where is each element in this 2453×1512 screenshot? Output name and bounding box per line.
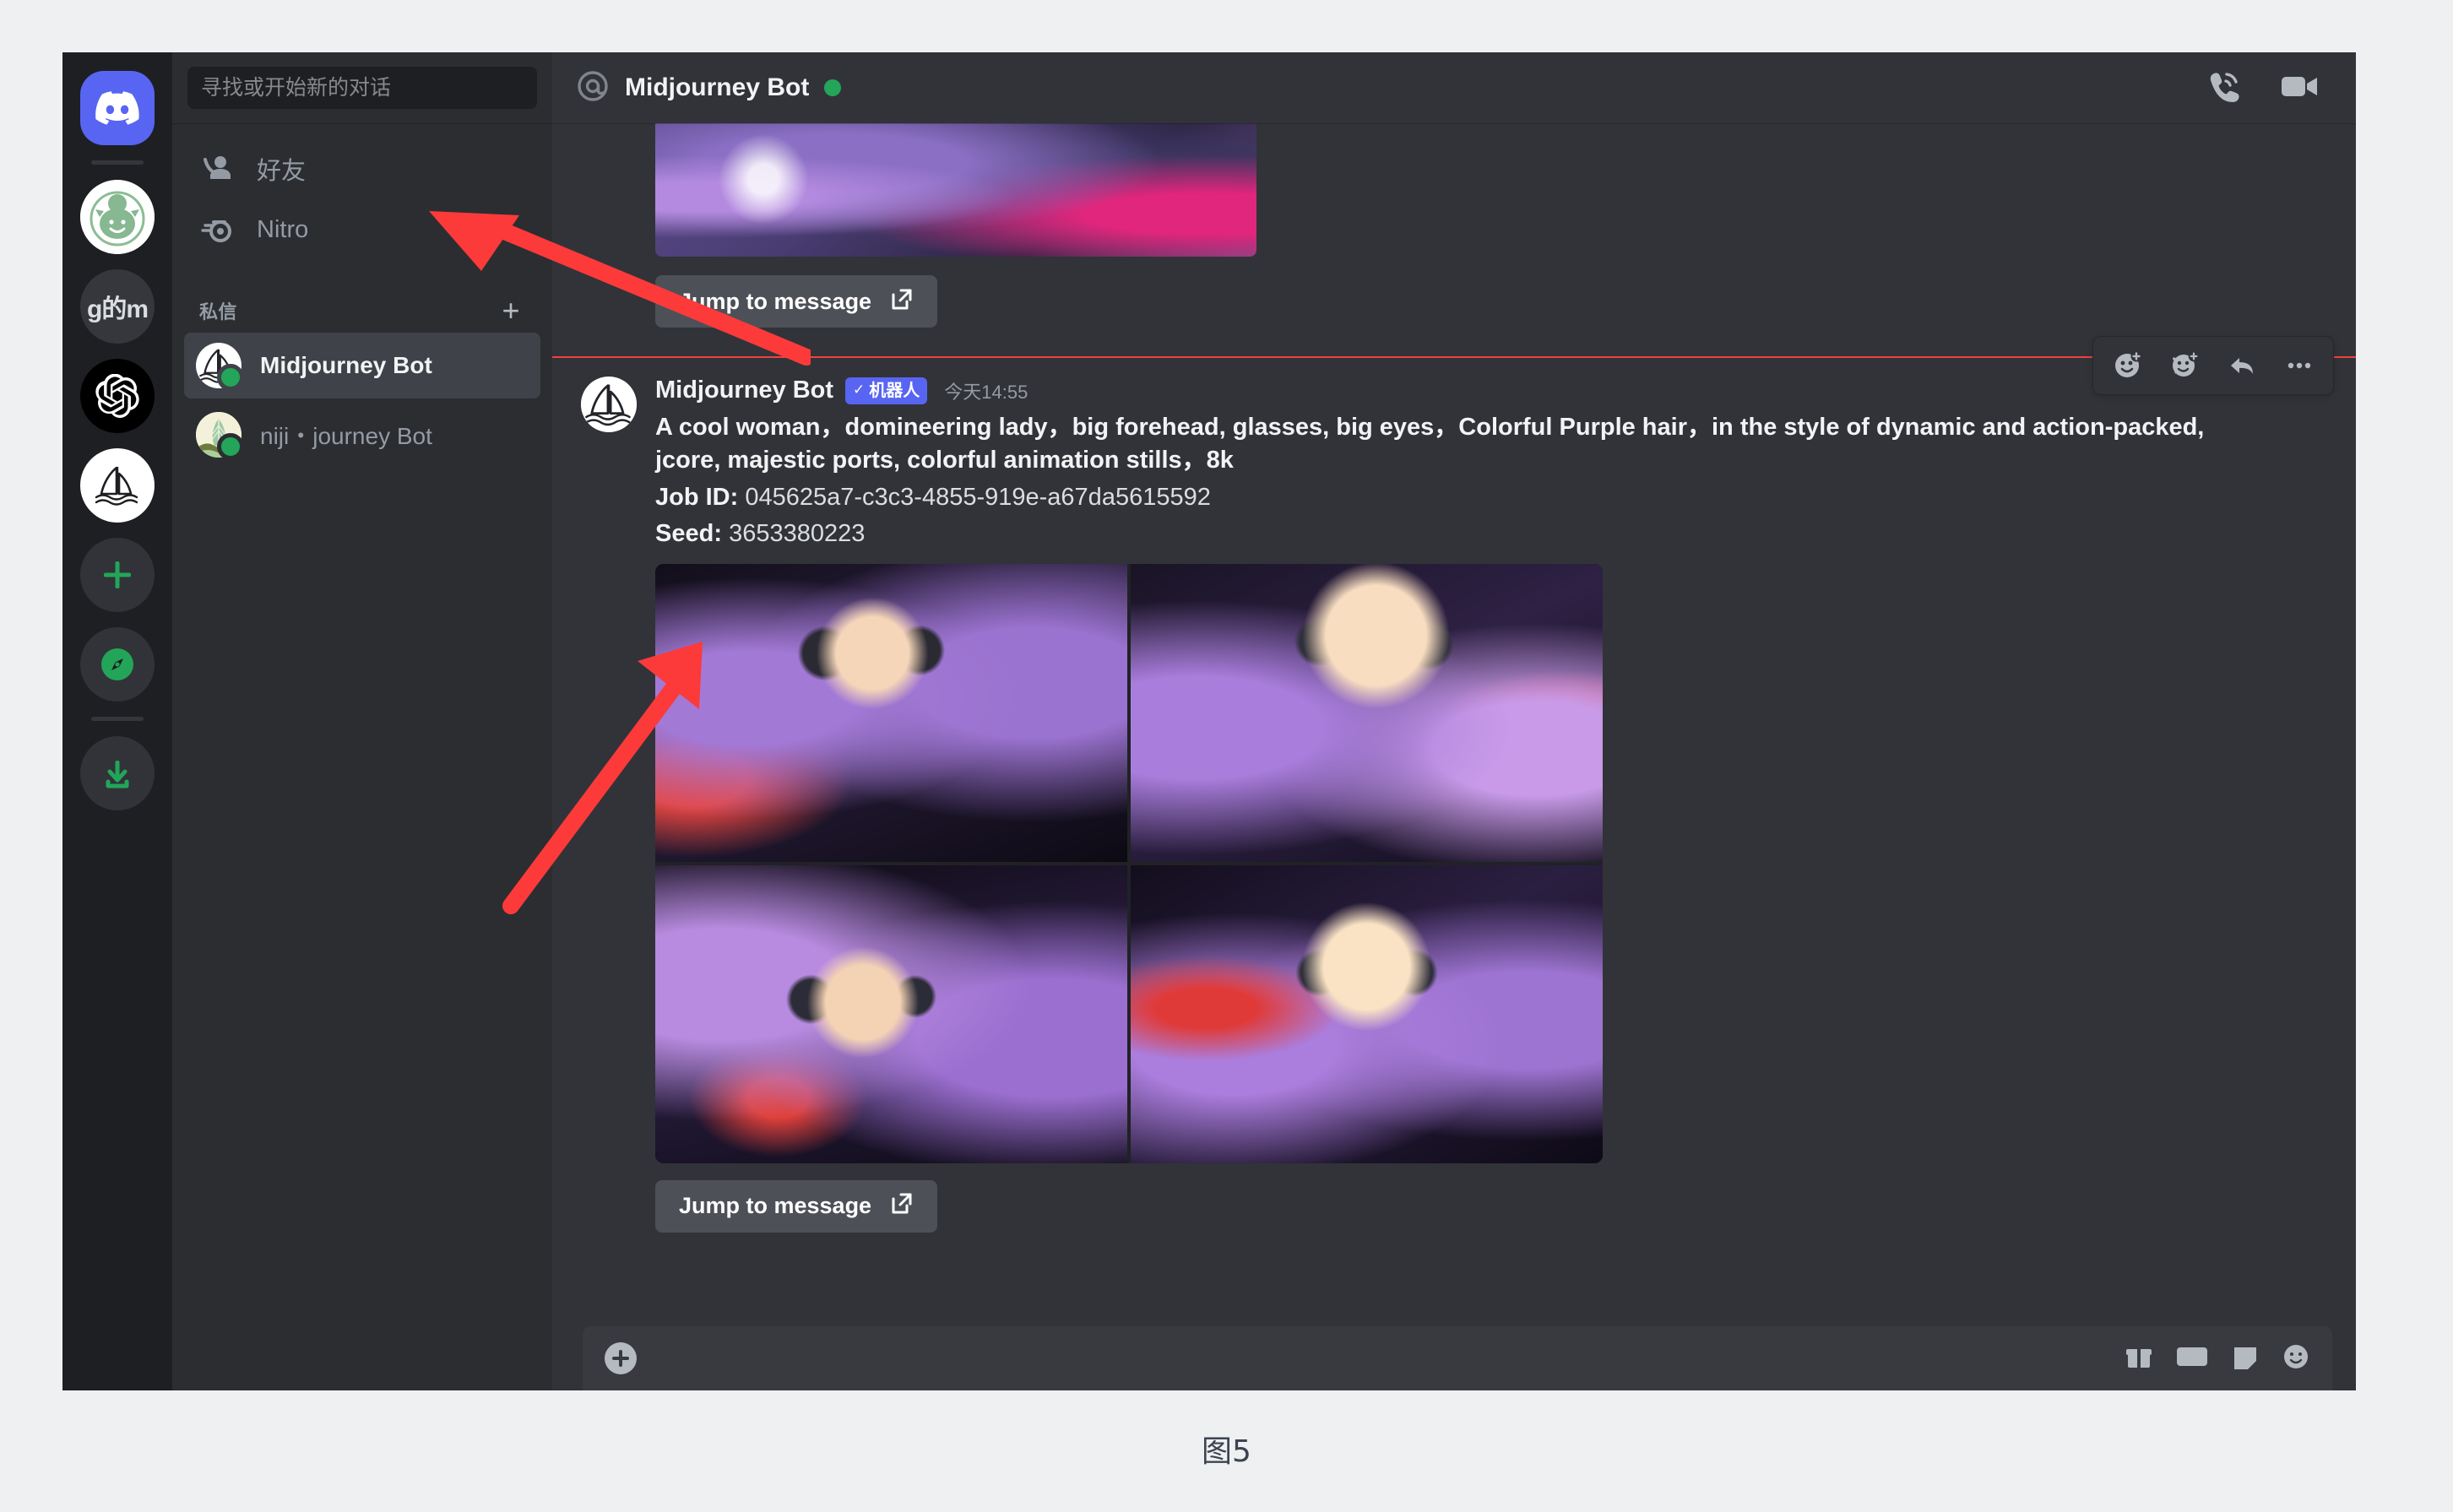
sidebar-item-label: 好友: [257, 158, 307, 185]
chat-column: Midjourney Bot Jump to message Midjourne…: [552, 52, 2356, 1390]
add-super-reaction-icon[interactable]: [2161, 342, 2208, 389]
status-badge: ✓ 机器人: [845, 377, 928, 404]
discord-window: g的m 寻找或开始新的对话 好友 Nitro 私信 + Midjourney B…: [62, 52, 2356, 1390]
openai-logo-icon: [95, 374, 139, 418]
message-author[interactable]: Midjourney Bot: [655, 377, 833, 404]
sidebar-item-label: Nitro: [257, 215, 309, 243]
server-rail-item-discord-home[interactable]: [80, 71, 155, 145]
video-camera-icon[interactable]: [2278, 67, 2320, 110]
create-dm-button[interactable]: +: [497, 295, 525, 326]
job-id-label: Job ID: [655, 483, 730, 511]
sidebar-item-nitro[interactable]: Nitro: [184, 199, 540, 260]
reply-arrow-icon[interactable]: [2218, 342, 2266, 389]
server-rail-divider: [91, 160, 144, 165]
server-rail-item-add-server[interactable]: [80, 538, 155, 612]
dm-item-label: niji・journey Bot: [260, 423, 432, 449]
jump-to-message-button-previous[interactable]: Jump to message: [655, 275, 938, 328]
grid-cell-u4[interactable]: [1131, 864, 1603, 1163]
server-rail-divider-2: [91, 717, 144, 721]
dm-item-label: Midjourney Bot: [260, 352, 432, 378]
message-seed-row: Seed: 3653380223: [655, 519, 866, 547]
server-rail-item-server-gdem[interactable]: g的m: [80, 269, 155, 344]
generated-image-grid[interactable]: [655, 563, 1603, 1163]
plus-icon: [104, 561, 131, 588]
add-reaction-icon[interactable]: [2103, 342, 2151, 389]
avatar[interactable]: [581, 377, 637, 432]
message-scroll-area[interactable]: Jump to message Midjourney Bot ✓ 机器人 今天1…: [552, 123, 2356, 1326]
friends-icon: [199, 151, 235, 187]
dm-section-title: 私信: [199, 301, 237, 322]
presence-indicator-online: [217, 364, 244, 391]
figure-caption: 图5: [1202, 1434, 1251, 1469]
chat-header-actions: [2204, 67, 2332, 110]
generated-image-preview: [655, 123, 1256, 257]
midjourney-sailboat-icon: [95, 466, 138, 506]
dm-nav-list: 好友 Nitro: [172, 123, 552, 260]
chat-header-left: Midjourney Bot: [576, 69, 842, 107]
composer-actions: [2125, 1342, 2310, 1375]
grid-cell-u3[interactable]: [655, 864, 1127, 1163]
gif-icon[interactable]: [2175, 1342, 2209, 1375]
message-hover-toolbar: [2092, 336, 2334, 395]
grid-cell-u2[interactable]: [1131, 563, 1603, 862]
external-link-icon: [890, 287, 914, 317]
jump-to-message-label: Jump to message: [679, 288, 872, 314]
message-prompt-text: A cool woman，domineering lady，big forehe…: [655, 414, 2205, 474]
avatar: [196, 412, 244, 460]
discord-logo-icon: [95, 91, 139, 125]
previous-message-attachment[interactable]: [655, 123, 1256, 257]
at-icon: [576, 69, 610, 107]
sticker-icon[interactable]: [2231, 1342, 2260, 1375]
dm-item-midjourney-bot[interactable]: Midjourney Bot: [184, 333, 540, 398]
download-icon: [106, 761, 129, 789]
external-link-icon: [890, 1191, 914, 1221]
server-rail-item-label: g的m: [87, 295, 149, 323]
server-rail-item-server-green-creature[interactable]: [80, 180, 155, 254]
phone-call-icon[interactable]: [2204, 67, 2243, 110]
nitro-icon: [199, 212, 235, 247]
seed-value: 3653380223: [729, 519, 866, 547]
new-messages-divider: [552, 356, 2356, 358]
job-id-value: 045625a7-c3c3-4855-919e-a67da5615592: [745, 483, 1211, 511]
midjourney-sailboat-icon: [581, 381, 637, 428]
compass-icon: [101, 648, 133, 680]
seed-label: Seed: [655, 519, 714, 547]
page-title: Midjourney Bot: [625, 73, 810, 101]
presence-indicator-online: [824, 79, 842, 96]
message-composer[interactable]: [583, 1326, 2332, 1390]
upload-attachment-icon[interactable]: [605, 1342, 637, 1374]
dm-search-container: [172, 52, 552, 123]
message-timestamp: 今天14:55: [944, 381, 1028, 403]
previous-jump-row: Jump to message: [655, 275, 2356, 328]
jump-to-message-button-current[interactable]: Jump to message: [655, 1179, 938, 1233]
server-rail: g的m: [62, 52, 172, 1390]
verified-check-icon: ✓: [853, 382, 866, 398]
page-root: g的m 寻找或开始新的对话 好友 Nitro 私信 + Midjourney B…: [0, 0, 2453, 1512]
presence-indicator-online: [217, 433, 244, 460]
server-rail-item-explore-servers[interactable]: [80, 627, 155, 702]
more-horizontal-icon[interactable]: [2276, 342, 2323, 389]
gift-icon[interactable]: [2125, 1342, 2153, 1375]
avatar: [196, 343, 244, 391]
dm-item-niji-journey-bot[interactable]: niji・journey Bot: [184, 402, 540, 468]
message-header: Midjourney Bot ✓ 机器人 今天14:55: [655, 377, 2332, 404]
creature-avatar-icon: [80, 180, 155, 254]
search-input[interactable]: [187, 67, 537, 109]
jump-to-message-label: Jump to message: [679, 1193, 872, 1219]
grid-cell-u1[interactable]: [655, 563, 1127, 862]
bot-badge-label: 机器人: [869, 381, 920, 400]
server-rail-item-server-openai[interactable]: [80, 359, 155, 433]
emoji-icon[interactable]: [2282, 1342, 2310, 1375]
message-job-id-row: Job ID: 045625a7-c3c3-4855-919e-a67da561…: [655, 483, 1211, 511]
sidebar-item-friends[interactable]: 好友: [184, 138, 540, 199]
message-midjourney-bot: Midjourney Bot ✓ 机器人 今天14:55 A cool woma…: [552, 336, 2356, 1241]
message-composer-container: [552, 1326, 2356, 1390]
dm-section-header: 私信 +: [184, 295, 540, 326]
current-jump-row: Jump to message: [655, 1179, 2332, 1233]
chat-header: Midjourney Bot: [552, 52, 2356, 123]
dm-sidebar: 好友 Nitro 私信: [172, 52, 552, 1390]
dm-conversation-list: Midjourney Bot niji・journey Bot: [172, 333, 552, 468]
server-rail-item-download-apps[interactable]: [80, 736, 155, 810]
server-rail-item-server-midjourney[interactable]: [80, 448, 155, 523]
